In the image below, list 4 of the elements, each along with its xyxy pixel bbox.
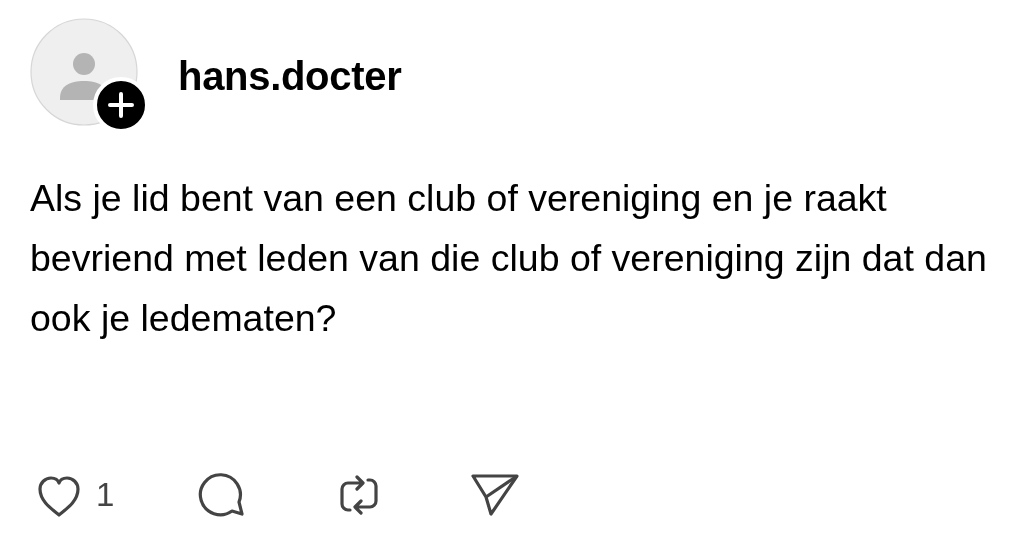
like-button[interactable]: 1 [32, 468, 115, 522]
post-text: Als je lid bent van een club of vereniging en je raakt bevriend met leden van die club of vereniging zijn dat dan ook je ledematen? [30, 176, 988, 341]
username[interactable]: hans.docter [178, 54, 402, 99]
like-count: 1 [96, 476, 115, 514]
